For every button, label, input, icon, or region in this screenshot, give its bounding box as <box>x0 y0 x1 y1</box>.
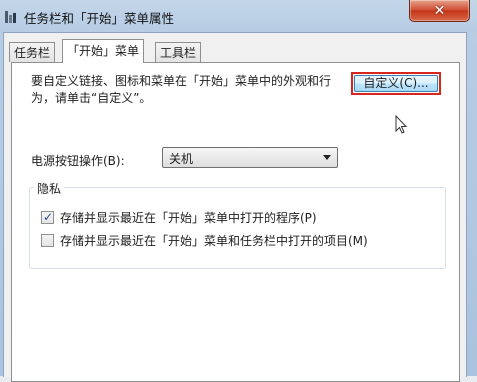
checkbox-recent-programs[interactable]: ✓ <box>41 209 54 224</box>
privacy-item-recent-items[interactable]: 存储并显示最近在「开始」菜单和任务栏中打开的项目(M) <box>41 232 368 248</box>
privacy-item-label: 存储并显示最近在「开始」菜单中打开的程序(P) <box>60 210 317 225</box>
window-frame: 任务栏和「开始」菜单属性 ✕ 任务栏 「开始」菜单 工具栏 要自定义链接、图标和… <box>0 0 477 382</box>
tab-start-menu[interactable]: 「开始」菜单 <box>62 39 145 63</box>
power-button-label: 电源按钮操作(B): <box>31 154 125 168</box>
tab-toolbars[interactable]: 工具栏 <box>155 42 202 62</box>
customize-button[interactable]: 自定义(C)... <box>354 75 438 92</box>
customize-description: 要自定义链接、图标和菜单在「开始」菜单中的外观和行为，请单击“自定义”。 <box>31 74 332 105</box>
checkbox-recent-items[interactable] <box>41 233 54 247</box>
close-icon: ✕ <box>433 2 446 19</box>
taskbar-properties-icon <box>5 11 16 23</box>
chevron-down-icon <box>323 155 331 160</box>
tab-taskbar[interactable]: 任务栏 <box>9 42 56 62</box>
checkmark-icon: ✓ <box>43 209 54 224</box>
privacy-item-recent-programs[interactable]: ✓ 存储并显示最近在「开始」菜单中打开的程序(P) <box>41 209 317 225</box>
mouse-cursor-icon <box>395 115 408 134</box>
close-button[interactable]: ✕ <box>409 0 470 22</box>
privacy-group <box>29 187 446 269</box>
power-button-value: 关机 <box>169 152 194 166</box>
window-title: 任务栏和「开始」菜单属性 <box>24 11 175 26</box>
privacy-group-title: 隐私 <box>34 180 65 197</box>
customize-button-highlight[interactable]: 自定义(C)... <box>351 72 441 95</box>
privacy-item-label: 存储并显示最近在「开始」菜单和任务栏中打开的项目(M) <box>60 233 368 248</box>
start-menu-panel: 要自定义链接、图标和菜单在「开始」菜单中的外观和行为，请单击“自定义”。 自定义… <box>11 62 460 382</box>
dialog-client-area: 任务栏 「开始」菜单 工具栏 要自定义链接、图标和菜单在「开始」菜单中的外观和行… <box>3 32 467 382</box>
title-bar[interactable]: 任务栏和「开始」菜单属性 ✕ <box>0 0 477 32</box>
power-button-select[interactable]: 关机 <box>162 147 338 168</box>
